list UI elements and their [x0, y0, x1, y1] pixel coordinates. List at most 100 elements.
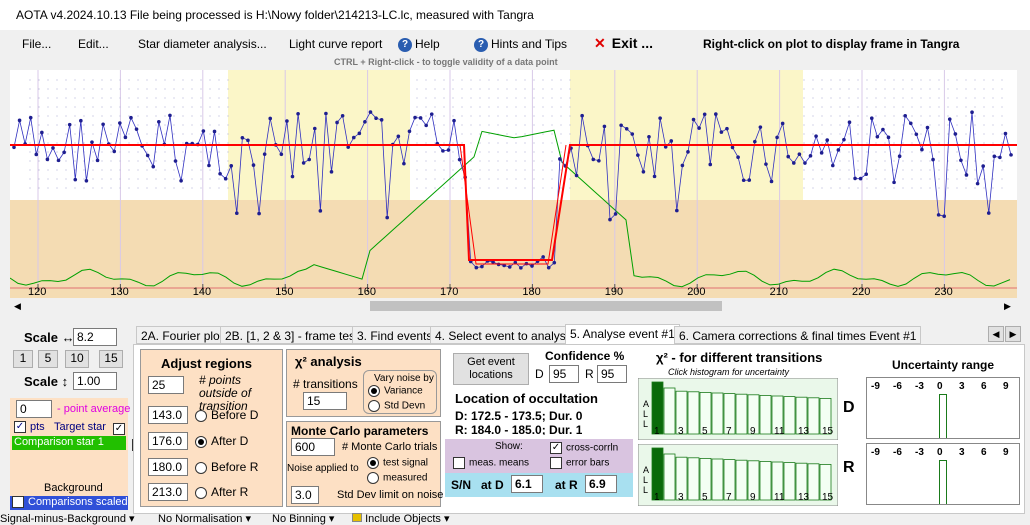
- signal-dropdown[interactable]: Signal-minus-Background ▾: [0, 513, 135, 525]
- after-r-radio[interactable]: After R: [195, 485, 248, 499]
- target-point: [79, 118, 83, 123]
- tab-fourier[interactable]: 2A. Fourier plot: [136, 326, 229, 344]
- tab-select-event[interactable]: 4. Select event to analyse: [430, 326, 578, 344]
- target-point: [413, 115, 417, 120]
- before-d-radio[interactable]: Before D: [195, 408, 258, 422]
- scroll-thumb[interactable]: [370, 301, 722, 311]
- comparisons-scaled-row[interactable]: ✓ Comparisons scaled: [10, 496, 128, 510]
- grid-dot: [839, 133, 841, 135]
- grid-dot: [893, 151, 895, 153]
- grid-dot: [200, 142, 202, 144]
- light-curve-plot[interactable]: 120 130 140 150 160 170 180 190 200 210 220 230: [10, 70, 1017, 298]
- scale-v-input[interactable]: 1.00: [73, 372, 117, 390]
- grid-dot: [38, 115, 40, 117]
- grid-dot: [938, 178, 940, 180]
- after-d-radio[interactable]: After D: [195, 434, 248, 448]
- test-signal-radio[interactable]: test signal: [367, 457, 428, 469]
- get-event-locations-button[interactable]: Get event locations: [453, 353, 529, 385]
- tab-scroll-left-icon[interactable]: ◀: [988, 326, 1004, 342]
- after-r-input[interactable]: 213.0: [148, 483, 188, 501]
- grid-dot: [218, 115, 220, 117]
- before-r-radio[interactable]: Before R: [195, 460, 258, 474]
- r-location: R: 184.0 - 185.0; Dur. 1: [455, 423, 583, 435]
- tab-analyse-event[interactable]: 5. Analyse event #1: [565, 324, 680, 344]
- target-point: [1003, 131, 1008, 136]
- scale-1-button[interactable]: 1: [13, 350, 33, 368]
- before-d-input[interactable]: 143.0: [148, 406, 188, 424]
- before-r-input[interactable]: 180.0: [148, 458, 188, 476]
- uncertainty-d-panel: -9 -6 -3 0 3 6 9: [866, 377, 1020, 439]
- target-star-checkbox[interactable]: ✓: [113, 422, 125, 435]
- after-d-input[interactable]: 176.0: [148, 432, 188, 450]
- target-star-row[interactable]: ✓ pts: [14, 421, 45, 434]
- comparison-star-1-row[interactable]: Comparison star 1: [12, 436, 126, 450]
- grid-dot: [848, 142, 850, 144]
- menu-light-curve-report[interactable]: Light curve report: [289, 37, 382, 51]
- grid-dot: [974, 79, 976, 81]
- grid-dot: [830, 133, 832, 135]
- trials-input[interactable]: 600: [291, 438, 335, 456]
- plot-bg-white: [410, 70, 570, 200]
- x-tick-label: 180: [522, 286, 540, 298]
- grid-dot: [983, 88, 985, 90]
- include-objects-dropdown[interactable]: Include Objects ▾: [352, 513, 449, 525]
- normalisation-dropdown[interactable]: No Normalisation ▾: [158, 513, 251, 525]
- grid-dot: [209, 133, 211, 135]
- grid-dot: [803, 97, 805, 99]
- chevron-down-icon: ▾: [328, 513, 335, 525]
- menu-edit[interactable]: Edit...: [78, 37, 109, 51]
- menu-file[interactable]: File...: [22, 37, 51, 51]
- point-average-select[interactable]: 0: [16, 400, 52, 418]
- grid-dot: [74, 151, 76, 153]
- tab-find-events[interactable]: 3. Find events: [352, 326, 438, 344]
- grid-dot: [524, 178, 526, 180]
- uncertainty-label: 6: [981, 381, 987, 392]
- scroll-right-icon[interactable]: ▶: [1004, 301, 1011, 312]
- grid-dot: [101, 115, 103, 117]
- meas-means-checkbox[interactable]: meas. means: [453, 457, 529, 469]
- transitions-input[interactable]: 15: [303, 392, 347, 410]
- scroll-left-icon[interactable]: ◀: [14, 301, 21, 312]
- std-devn-radio[interactable]: Std Devn: [368, 400, 425, 412]
- plot-scrollbar[interactable]: ◀ ▶: [10, 298, 1017, 314]
- grid-dot: [164, 160, 166, 162]
- scale-10-button[interactable]: 10: [65, 350, 89, 368]
- scale-h-input[interactable]: 8.2: [73, 328, 117, 346]
- binning-dropdown[interactable]: No Binning ▾: [272, 513, 334, 525]
- grid-dot: [101, 97, 103, 99]
- measured-radio[interactable]: measured: [367, 472, 427, 484]
- menu-hints[interactable]: ? Hints and Tips: [474, 37, 567, 52]
- after-r-label: After R: [211, 485, 249, 499]
- cross-corr-checkbox[interactable]: ✓ cross-corrln: [550, 442, 618, 454]
- target-point: [1009, 153, 1013, 157]
- scale-5-button[interactable]: 5: [38, 350, 58, 368]
- tab-frame-test[interactable]: 2B. [1, 2 & 3] - frame test: [220, 326, 364, 344]
- monte-carlo-panel: Monte Carlo parameters 600 # Monte Carlo…: [286, 421, 443, 507]
- menu-help[interactable]: ? Help: [398, 37, 440, 52]
- grid-dot: [416, 160, 418, 162]
- pts-checkbox[interactable]: ✓: [14, 421, 26, 434]
- grid-dot: [74, 79, 76, 81]
- grid-dot: [848, 187, 850, 189]
- chi2-bar: [783, 396, 796, 435]
- tab-camera-corrections[interactable]: 6. Camera corrections & final times Even…: [674, 326, 922, 344]
- menu-star-diameter[interactable]: Star diameter analysis...: [138, 37, 267, 51]
- grid-dot: [470, 133, 472, 135]
- error-bars-checkbox[interactable]: error bars: [550, 457, 609, 469]
- points-outside-input[interactable]: 25: [148, 376, 184, 394]
- variance-radio[interactable]: Variance: [368, 385, 423, 397]
- conf-d-input[interactable]: 95: [549, 365, 579, 383]
- scale-15-button[interactable]: 15: [99, 350, 123, 368]
- grid-dot: [209, 169, 211, 171]
- grid-dot: [218, 133, 220, 135]
- menu-exit[interactable]: ✕ Exit ...: [594, 35, 653, 52]
- grid-dot: [200, 124, 202, 126]
- grid-dot: [812, 160, 814, 162]
- std-limit-input[interactable]: 3.0: [291, 486, 319, 504]
- grid-dot: [128, 169, 130, 171]
- target-point: [647, 134, 651, 139]
- comparisons-scaled-checkbox[interactable]: ✓: [12, 496, 24, 509]
- conf-r-input[interactable]: 95: [597, 365, 627, 383]
- grid-dot: [992, 115, 994, 117]
- tab-scroll-right-icon[interactable]: ▶: [1005, 326, 1021, 342]
